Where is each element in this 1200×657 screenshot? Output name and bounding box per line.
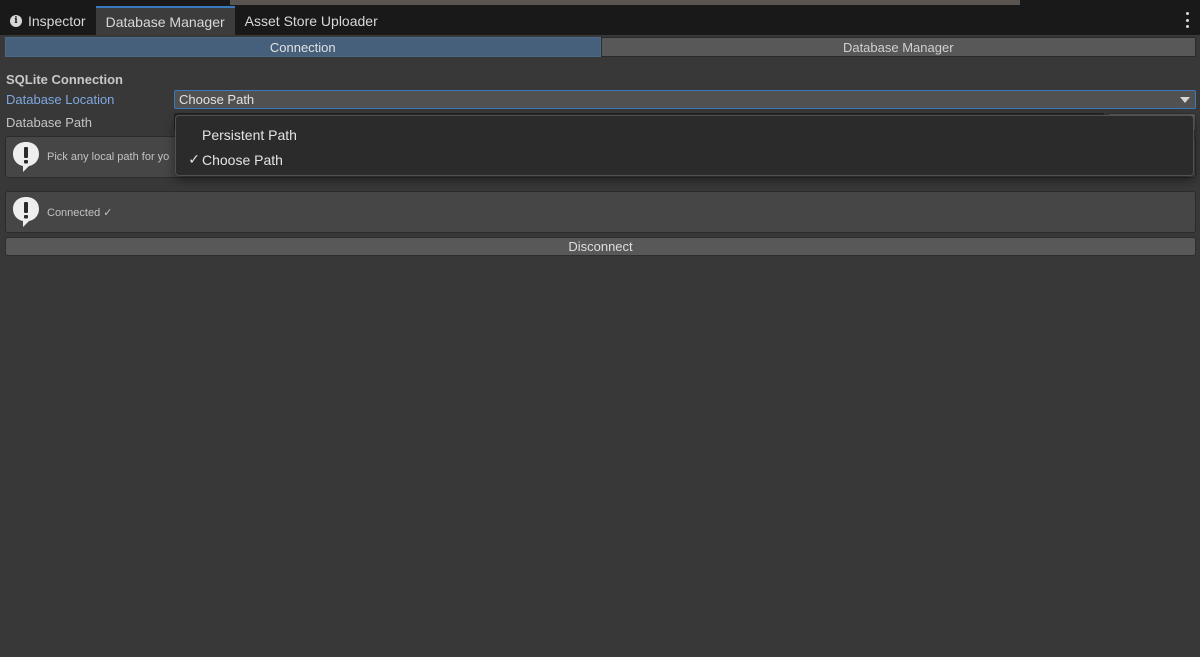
info-icon: i	[10, 14, 22, 27]
section-title: SQLite Connection	[6, 72, 123, 87]
tab-database-manager[interactable]: Database Manager	[95, 6, 235, 35]
status-text: Connected ✓	[47, 206, 113, 219]
database-location-label: Database Location	[6, 92, 115, 107]
tab-inspector[interactable]: i Inspector	[0, 6, 96, 35]
chevron-down-icon	[1180, 97, 1190, 103]
disconnect-button[interactable]: Disconnect	[5, 237, 1196, 256]
menu-item-label: Choose Path	[202, 151, 283, 168]
database-path-label: Database Path	[6, 115, 93, 130]
help-text: Pick any local path for yo	[47, 151, 170, 163]
more-options-icon[interactable]	[1184, 12, 1190, 28]
dropdown-value: Choose Path	[179, 92, 255, 107]
warning-icon	[13, 142, 39, 172]
location-dropdown-menu: Persistent Path ✓ Choose Path	[175, 115, 1194, 176]
tab-asset-store-uploader[interactable]: Asset Store Uploader	[235, 6, 388, 35]
mode-toolbar: Connection Database Manager	[5, 37, 1196, 57]
connection-status-box: Connected ✓	[5, 191, 1196, 233]
database-manager-toolbar-button[interactable]: Database Manager	[600, 37, 1196, 57]
tab-label: Database Manager	[105, 13, 225, 30]
scroll-thumb[interactable]	[230, 0, 1020, 5]
connection-toolbar-button[interactable]: Connection	[5, 37, 601, 57]
menu-item-persistent-path[interactable]: Persistent Path	[176, 122, 1193, 147]
tab-label: Asset Store Uploader	[244, 12, 378, 29]
menu-item-label: Persistent Path	[202, 126, 297, 143]
checkmark-icon: ✓	[188, 151, 200, 167]
tab-bar: i Inspector Database Manager Asset Store…	[0, 6, 1200, 35]
menu-item-choose-path[interactable]: ✓ Choose Path	[176, 147, 1193, 172]
database-location-dropdown[interactable]: Choose Path	[174, 90, 1196, 109]
warning-icon	[13, 197, 39, 227]
tab-label: Inspector	[28, 12, 86, 29]
